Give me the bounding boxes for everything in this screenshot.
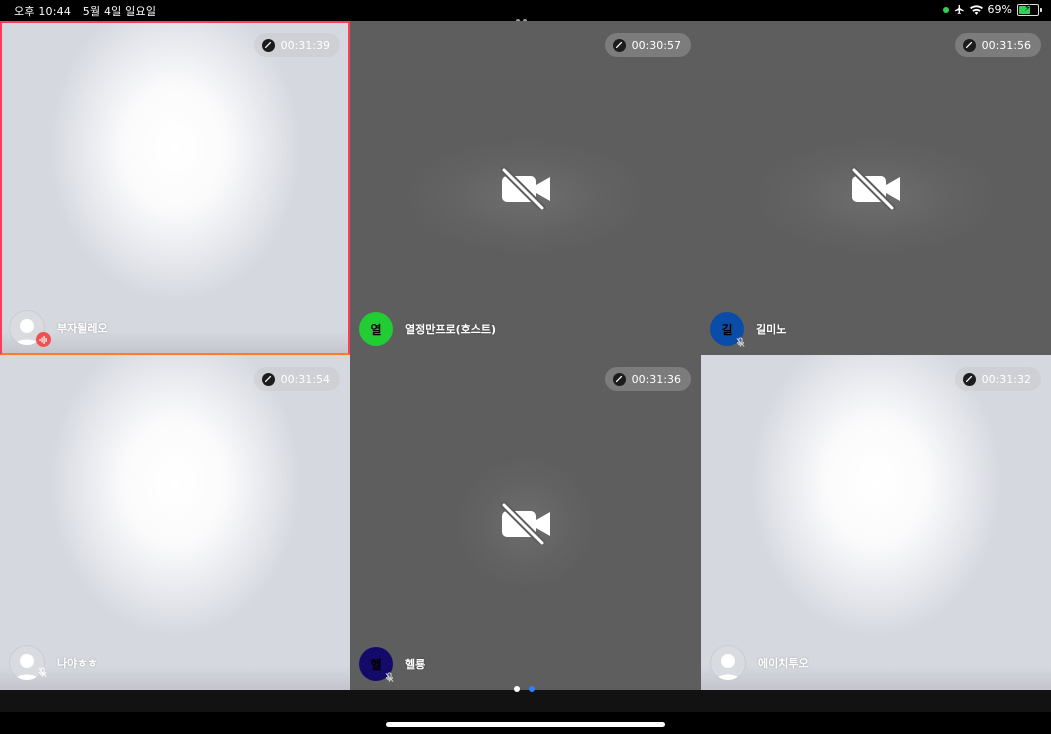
participant-name: 길미노 bbox=[756, 323, 787, 336]
wifi-icon bbox=[969, 4, 983, 15]
status-bar: 오후 10:44 5월 4일 일요일 69% ⚡ bbox=[0, 0, 1051, 42]
bottom-bar bbox=[0, 690, 1051, 734]
camera-off-icon bbox=[500, 501, 550, 545]
participant-name: 열정만프로(호스트) bbox=[405, 323, 497, 336]
timer-icon bbox=[612, 372, 626, 386]
timer-badge: 00:31:32 bbox=[954, 367, 1041, 391]
participant-tile-3[interactable]: 00:31:56 길 길미노 bbox=[701, 21, 1051, 355]
participant-name: 헬룡 bbox=[405, 658, 426, 671]
page-dot-1[interactable] bbox=[514, 686, 520, 692]
mic-active-dot-icon bbox=[942, 6, 949, 13]
camera-off-icon bbox=[850, 166, 900, 210]
timer-text: 00:30:57 bbox=[631, 38, 681, 52]
timer-icon bbox=[612, 38, 626, 52]
avatar-initial: 열 bbox=[370, 322, 382, 337]
timer-text: 00:31:36 bbox=[631, 372, 681, 386]
camera-off-icon bbox=[500, 166, 550, 210]
status-date: 5월 4일 일요일 bbox=[82, 5, 157, 18]
avatar bbox=[710, 645, 746, 681]
participant-tile-6[interactable]: 00:31:32 에이치투오 bbox=[701, 355, 1051, 690]
mic-muted-icon bbox=[734, 336, 747, 349]
airplane-icon bbox=[954, 4, 964, 15]
timer-badge: 00:30:57 bbox=[604, 33, 691, 57]
default-avatar-icon bbox=[715, 654, 741, 680]
timer-text: 00:31:39 bbox=[280, 38, 330, 52]
avatar-initial: 헬 bbox=[370, 657, 382, 672]
avatar: 길 bbox=[710, 312, 747, 349]
avatar: 헬 bbox=[359, 647, 396, 684]
page-indicator[interactable] bbox=[514, 686, 535, 692]
participant-name: 에이치투오 bbox=[758, 657, 809, 670]
timer-icon bbox=[962, 38, 976, 52]
avatar: 열 bbox=[359, 312, 393, 346]
status-indicators: 69% ⚡ bbox=[942, 3, 1042, 16]
status-time: 오후 10:44 bbox=[14, 5, 72, 18]
speaking-indicator-icon bbox=[36, 332, 51, 347]
participant-tile-5[interactable]: 00:31:36 헬 헬룡 bbox=[350, 355, 701, 690]
page-dot-2[interactable] bbox=[529, 686, 535, 692]
timer-badge: 00:31:54 bbox=[253, 367, 340, 391]
timer-text: 00:31:32 bbox=[981, 372, 1031, 386]
timer-text: 00:31:54 bbox=[280, 372, 330, 386]
mic-muted-icon bbox=[383, 671, 396, 684]
battery-charging-icon: ⚡ bbox=[1017, 3, 1042, 16]
timer-icon bbox=[962, 372, 976, 386]
timer-icon bbox=[261, 38, 275, 52]
timer-icon bbox=[261, 372, 275, 386]
timer-text: 00:31:56 bbox=[981, 38, 1031, 52]
participant-tile-1[interactable]: 00:31:39 부자될레오 bbox=[0, 21, 350, 355]
timer-badge: 00:31:39 bbox=[253, 33, 340, 57]
participant-tile-2[interactable]: 00:30:57 열 열정만프로(호스트) bbox=[350, 21, 701, 355]
timer-badge: 00:31:36 bbox=[604, 367, 691, 391]
battery-percent: 69% bbox=[987, 3, 1012, 16]
multitasking-dots-icon[interactable] bbox=[516, 8, 536, 42]
participant-name: 나야ㅎㅎ bbox=[57, 657, 98, 670]
avatar-initial: 길 bbox=[721, 322, 733, 337]
status-time-date: 오후 10:44 5월 4일 일요일 bbox=[14, 3, 164, 19]
participant-name: 부자될레오 bbox=[57, 322, 108, 335]
participant-tile-4[interactable]: 00:31:54 나야ㅎㅎ bbox=[0, 355, 350, 690]
timer-badge: 00:31:56 bbox=[954, 33, 1041, 57]
mic-muted-icon bbox=[36, 666, 49, 679]
home-indicator[interactable] bbox=[386, 722, 665, 727]
